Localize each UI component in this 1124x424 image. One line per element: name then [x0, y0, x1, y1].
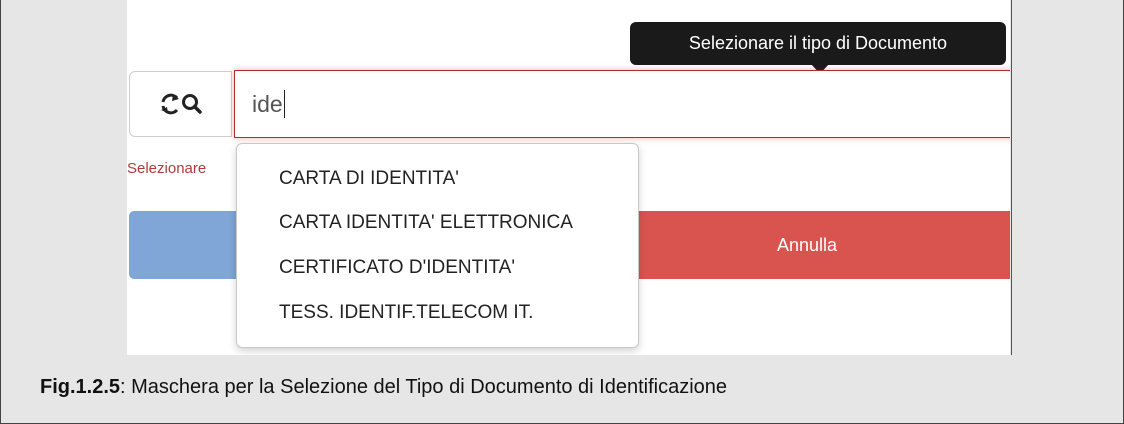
dropdown-option[interactable]: TESS. IDENTIF.TELECOM IT. — [279, 302, 533, 324]
text-caret — [283, 89, 285, 118]
autocomplete-dropdown: CARTA DI IDENTITA' CARTA IDENTITA' ELETT… — [236, 143, 639, 348]
ui-screenshot: Selezionare il tipo di Documento ide Sel… — [127, 0, 1010, 355]
document-type-input[interactable]: ide — [234, 70, 1010, 138]
dropdown-option[interactable]: CERTIFICATO D'IDENTITA' — [279, 257, 515, 279]
figure-caption: Fig.1.2.5: Maschera per la Selezione del… — [40, 376, 727, 399]
dropdown-option[interactable]: CARTA IDENTITA' ELETTRONICA — [279, 212, 573, 234]
input-value: ide — [252, 91, 283, 117]
figure-caption-text: : Maschera per la Selezione del Tipo di … — [120, 376, 728, 398]
refresh-search-icon — [159, 91, 203, 117]
document-type-tooltip: Selezionare il tipo di Documento — [630, 22, 1006, 65]
refresh-search-button[interactable] — [129, 71, 232, 137]
validation-message: Selezionare — [127, 160, 207, 177]
figure-label: Fig.1.2.5 — [40, 376, 121, 398]
cancel-button[interactable]: Annulla — [597, 211, 1010, 279]
dropdown-option[interactable]: CARTA DI IDENTITA' — [279, 168, 459, 190]
screenshot-edge — [1011, 0, 1012, 355]
